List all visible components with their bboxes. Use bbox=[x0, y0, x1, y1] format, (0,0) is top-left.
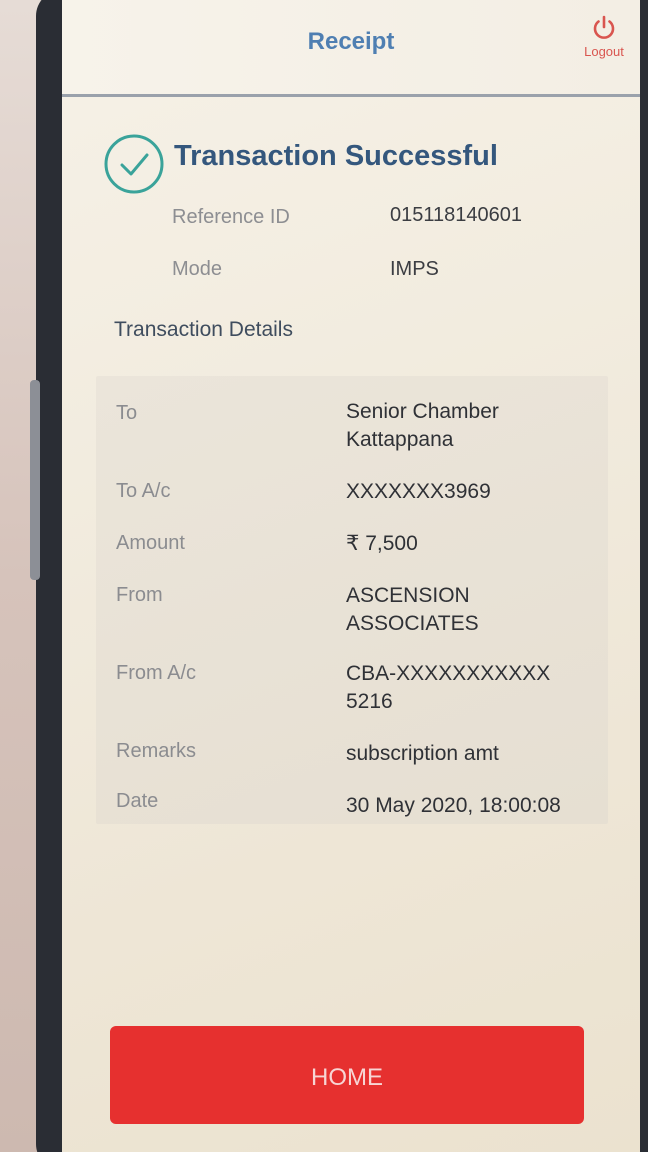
reference-id-value: 015118140601 bbox=[390, 204, 522, 226]
mode-label: Mode bbox=[172, 258, 223, 280]
detail-value-from: ASCENSION ASSOCIATES bbox=[346, 584, 479, 635]
detail-label-from: From bbox=[116, 584, 163, 606]
detail-label-to-account: To A/c bbox=[116, 480, 171, 502]
detail-label-from-account: From A/c bbox=[116, 662, 197, 684]
detail-label-to: To bbox=[116, 402, 138, 424]
detail-label-amount: Amount bbox=[116, 532, 185, 554]
transaction-details-card: To Senior Chamber Kattappana To A/c XXXX… bbox=[96, 376, 608, 824]
detail-value-from-account: CBA-XXXXXXXXXXX5216 bbox=[346, 662, 551, 713]
home-button[interactable]: HOME bbox=[110, 1026, 584, 1124]
detail-value-date: 30 May 2020, 18:00:08 bbox=[346, 794, 561, 817]
reference-id-label: Reference ID bbox=[172, 206, 290, 228]
power-icon bbox=[593, 15, 615, 39]
header-bar: Receipt Logout bbox=[62, 0, 640, 97]
app-screen: Receipt Logout Transaction Successful Re… bbox=[62, 0, 640, 1152]
check-circle-icon bbox=[104, 134, 164, 194]
success-title: Transaction Successful bbox=[174, 140, 498, 172]
detail-label-remarks: Remarks bbox=[116, 740, 197, 762]
transaction-details-heading: Transaction Details bbox=[114, 318, 293, 341]
detail-value-remarks: subscription amt bbox=[346, 742, 499, 765]
detail-value-amount: ₹ 7,500 bbox=[346, 532, 418, 555]
logout-label: Logout bbox=[584, 44, 624, 59]
phone-side-button bbox=[30, 380, 40, 580]
logout-button[interactable]: Logout bbox=[574, 14, 634, 59]
detail-label-date: Date bbox=[116, 790, 159, 812]
page-title: Receipt bbox=[307, 28, 395, 55]
detail-value-to: Senior Chamber Kattappana bbox=[346, 400, 499, 451]
mode-value: IMPS bbox=[390, 258, 439, 280]
detail-value-to-account: XXXXXXX3969 bbox=[346, 480, 491, 503]
